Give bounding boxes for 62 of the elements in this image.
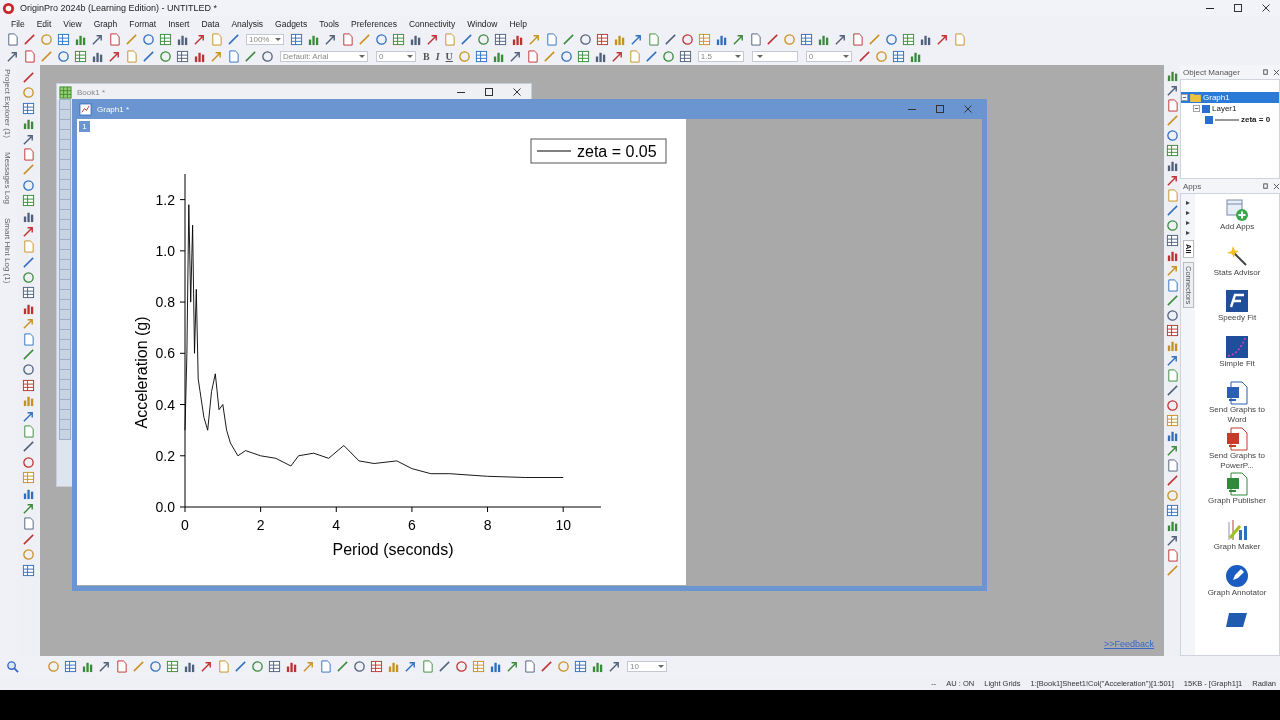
tree-item[interactable]: Layer1 — [1193, 103, 1279, 114]
tick-label: 0.2 — [155, 447, 175, 464]
app-label[interactable]: Graph Maker — [1213, 541, 1261, 552]
app-label[interactable]: Graph Annotator — [1207, 587, 1267, 598]
format-button[interactable]: U — [445, 51, 453, 62]
axis-title: Acceleration (g) — [133, 316, 150, 429]
dropdown-field[interactable]: 0 — [805, 51, 852, 62]
tree-label: zeta = 0 — [1241, 115, 1271, 124]
axis-title: Period (seconds) — [332, 541, 454, 558]
menu-item[interactable]: Format — [129, 18, 157, 29]
app-label[interactable]: Stats Advisor — [1213, 267, 1261, 278]
menu-item[interactable]: Gadgets — [275, 18, 308, 29]
dropdown-field[interactable]: 10 — [627, 660, 667, 672]
tree-label: Graph1 — [1203, 93, 1230, 102]
tick-label: 0.8 — [155, 294, 175, 311]
window-title: Book1 * — [77, 87, 107, 97]
tick-label: 10 — [555, 517, 571, 533]
menu-item[interactable]: Data — [201, 18, 220, 29]
menu-item[interactable]: Graph — [93, 18, 118, 29]
menu-item[interactable]: Insert — [168, 18, 190, 29]
menu-item[interactable]: Window — [467, 18, 498, 29]
tree-item[interactable]: zeta = 0 — [1205, 114, 1279, 125]
format-button[interactable]: I — [435, 51, 440, 62]
menu-item[interactable]: Preferences — [351, 18, 397, 29]
menu-item[interactable]: Edit — [36, 18, 52, 29]
tick-label: 0.4 — [155, 396, 175, 413]
panel-title: Apps — [1183, 181, 1203, 191]
app-label[interactable]: Send Graphs to Word — [1206, 404, 1268, 425]
tree-item[interactable]: Graph1 — [1181, 92, 1279, 103]
dropdown-field[interactable]: 1.5 — [697, 51, 744, 62]
tick-label: 0.6 — [155, 345, 175, 362]
tick-label: 0 — [181, 517, 189, 533]
panel-title: Object Manager — [1183, 67, 1241, 77]
side-tab[interactable]: Messages Log — [0, 151, 12, 204]
menu-item[interactable]: Tools — [319, 18, 340, 29]
menu-item[interactable]: Connectivity — [408, 18, 456, 29]
dropdown-field[interactable]: 0 — [376, 51, 416, 62]
menu-item[interactable]: Help — [509, 18, 527, 29]
tick-label: 0.0 — [155, 499, 175, 515]
tick-label: 2 — [256, 517, 265, 533]
tree-label: Layer1 — [1212, 104, 1237, 113]
app-label[interactable]: Send Graphs to PowerP... — [1206, 450, 1268, 471]
tick-label: 1.0 — [155, 242, 175, 259]
dropdown-field[interactable]: Default: Arial — [280, 51, 368, 62]
dropdown-field[interactable]: 100% — [246, 34, 284, 45]
app-label[interactable]: Speedy Fit — [1217, 313, 1257, 324]
side-tab[interactable]: Project Explorer (1) — [0, 69, 12, 138]
menu-item[interactable]: Analysis — [231, 18, 264, 29]
menu-item[interactable]: View — [63, 18, 82, 29]
app-label[interactable]: Simple Fit — [1219, 359, 1255, 370]
window-title: Graph1 * — [97, 104, 131, 114]
tick-label: 8 — [483, 517, 492, 533]
tick-label: 6 — [408, 517, 416, 533]
window-title: OriginPro 2024b (Learning Edition) - UNTITLED * — [20, 3, 219, 13]
app-label[interactable]: Add Apps — [1219, 222, 1255, 232]
tick-label: 4 — [332, 517, 341, 533]
legend-text: zeta = 0.05 — [577, 143, 657, 160]
tick-label: 1.2 — [155, 191, 175, 208]
format-button[interactable]: B — [423, 51, 430, 62]
side-tab[interactable]: Smart Hint Log (1) — [0, 217, 12, 284]
menu-item[interactable]: File — [11, 18, 25, 29]
app-label[interactable]: Graph Publisher — [1208, 496, 1266, 507]
